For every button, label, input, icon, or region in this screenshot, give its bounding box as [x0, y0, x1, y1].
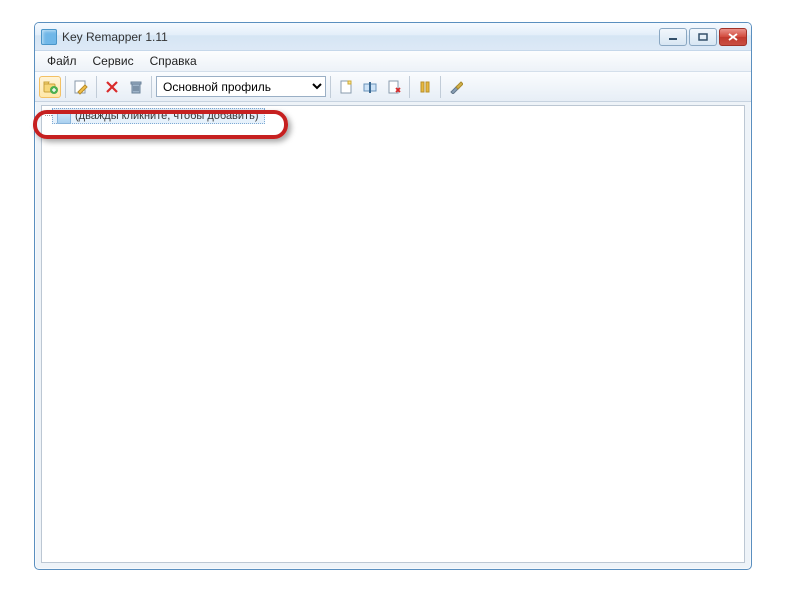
- folder-add-icon: [42, 79, 58, 95]
- app-window: Key Remapper 1.11 Файл Сервис Справка: [34, 22, 752, 570]
- add-item-hint: (дважды кликните, чтобы добавить): [75, 110, 258, 122]
- menubar: Файл Сервис Справка: [35, 51, 751, 72]
- menu-help[interactable]: Справка: [142, 51, 205, 71]
- edit-icon: [73, 79, 89, 95]
- separator: [96, 76, 97, 98]
- trash-button[interactable]: [125, 76, 147, 98]
- profile-select[interactable]: Основной профиль: [156, 76, 326, 97]
- main-list-area: (дважды кликните, чтобы добавить): [41, 105, 745, 563]
- add-item-row[interactable]: (дважды кликните, чтобы добавить): [52, 108, 265, 124]
- pause-icon: [418, 80, 432, 94]
- trash-icon: [129, 80, 143, 94]
- doc-delete-icon: [387, 80, 401, 94]
- separator: [151, 76, 152, 98]
- minimize-button[interactable]: [659, 28, 687, 46]
- maximize-button[interactable]: [689, 28, 717, 46]
- new-profile-button[interactable]: [335, 76, 357, 98]
- app-icon: [41, 29, 57, 45]
- tools-icon: [449, 80, 463, 94]
- rename-icon: [363, 80, 377, 94]
- separator: [65, 76, 66, 98]
- tree-connector: [45, 115, 52, 116]
- settings-button[interactable]: [445, 76, 467, 98]
- window-title: Key Remapper 1.11: [62, 30, 659, 44]
- separator: [409, 76, 410, 98]
- minimize-icon: [668, 33, 678, 41]
- separator: [330, 76, 331, 98]
- close-icon: [728, 33, 738, 41]
- edit-button[interactable]: [70, 76, 92, 98]
- new-doc-icon: [339, 80, 353, 94]
- delete-x-icon: [105, 80, 119, 94]
- window-controls: [659, 28, 747, 46]
- rename-profile-button[interactable]: [359, 76, 381, 98]
- titlebar: Key Remapper 1.11: [35, 23, 751, 51]
- maximize-icon: [698, 33, 708, 41]
- menu-service[interactable]: Сервис: [85, 51, 142, 71]
- separator: [440, 76, 441, 98]
- pause-button[interactable]: [414, 76, 436, 98]
- toolbar: Основной профиль: [35, 72, 751, 102]
- delete-profile-button[interactable]: [383, 76, 405, 98]
- menu-file[interactable]: Файл: [39, 51, 85, 71]
- delete-button[interactable]: [101, 76, 123, 98]
- close-button[interactable]: [719, 28, 747, 46]
- add-folder-button[interactable]: [39, 76, 61, 98]
